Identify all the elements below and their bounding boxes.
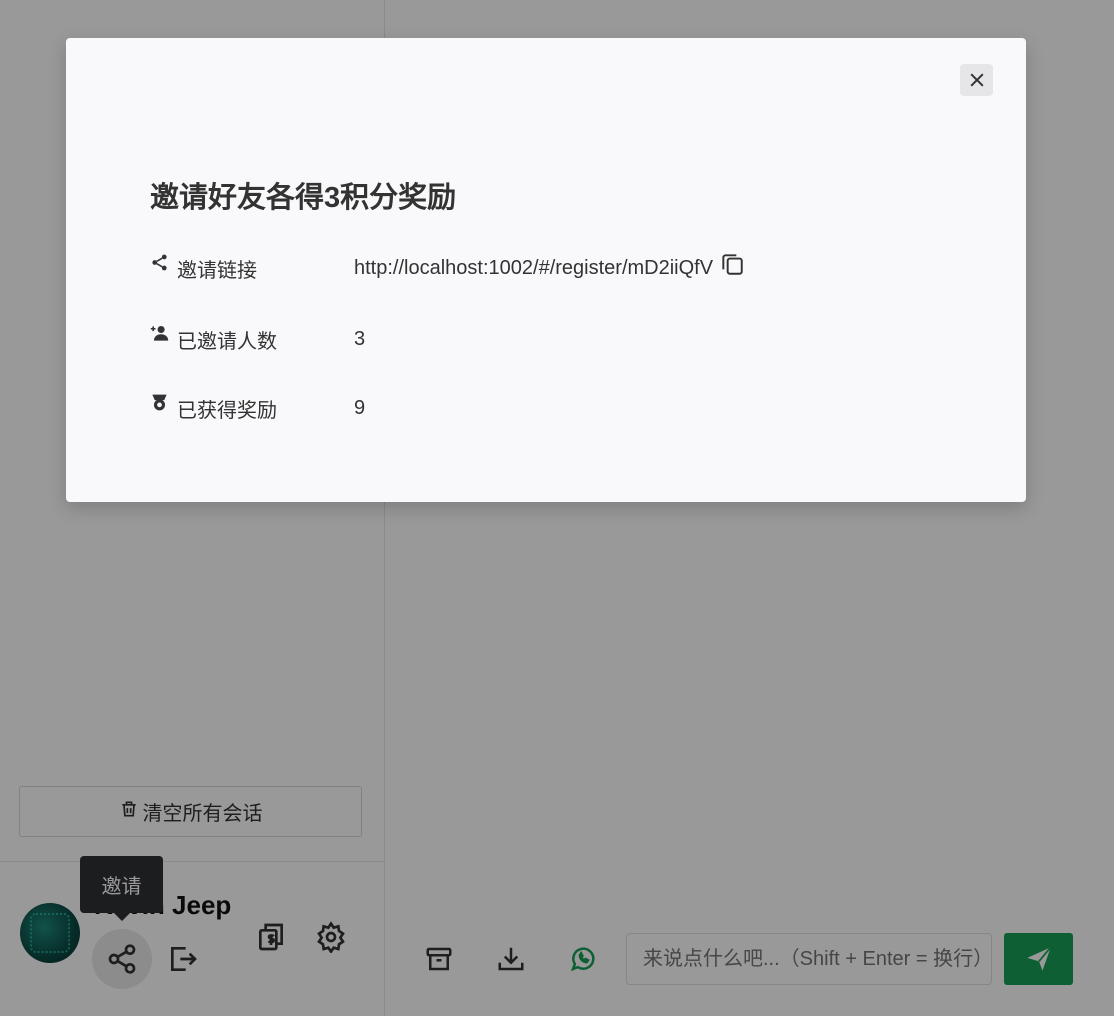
- invite-link-label-group: 邀请链接: [150, 254, 354, 283]
- share-icon: [150, 253, 170, 273]
- invited-count-value: 3: [354, 328, 366, 350]
- medal-icon: [150, 393, 170, 413]
- invite-link-value[interactable]: http://localhost:1002/#/register/mD2iiQf…: [354, 257, 713, 280]
- add-user-icon: [150, 324, 170, 344]
- invite-link-label: 邀请链接: [177, 260, 257, 282]
- reward-label: 已获得奖励: [177, 400, 277, 422]
- invited-count-row: 已邀请人数 3: [150, 325, 365, 354]
- invited-count-label: 已邀请人数: [177, 331, 277, 353]
- invite-link-row: 邀请链接 http://localhost:1002/#/register/mD…: [150, 253, 745, 283]
- modal-title: 邀请好友各得3积分奖励: [150, 182, 457, 214]
- close-icon: [969, 73, 984, 87]
- modal-close-button[interactable]: [960, 64, 993, 96]
- copy-icon[interactable]: [719, 251, 745, 277]
- reward-label-group: 已获得奖励: [150, 394, 354, 423]
- invited-count-label-group: 已邀请人数: [150, 325, 354, 354]
- invite-link-value-group: http://localhost:1002/#/register/mD2iiQf…: [354, 253, 745, 282]
- reward-value: 9: [354, 397, 366, 419]
- reward-row: 已获得奖励 9: [150, 394, 365, 423]
- invite-modal: 邀请好友各得3积分奖励 邀请链接 http://localhost:1002/#…: [66, 38, 1026, 502]
